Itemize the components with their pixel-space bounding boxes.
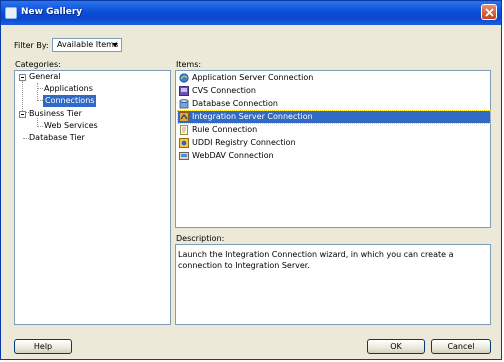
description-label: Description: (176, 234, 225, 243)
description-box: Launch the Integration Connection wizard… (175, 244, 491, 325)
cancel-button[interactable]: Cancel (431, 339, 491, 354)
ok-button[interactable]: OK (367, 339, 425, 354)
tree-node-connections[interactable]: Connections (43, 95, 97, 107)
list-item[interactable]: Integration Server Connection (177, 110, 491, 124)
collapse-toggle-icon[interactable] (19, 111, 26, 118)
integration-server-icon (179, 112, 189, 122)
help-button[interactable]: Help (14, 339, 72, 354)
window-title: New Gallery (21, 7, 83, 17)
server-connection-icon (179, 73, 189, 83)
new-gallery-dialog: New Gallery Filter By: Available Items C… (0, 0, 502, 360)
categories-label: Categories: (15, 60, 61, 69)
tree-node-general[interactable]: General (29, 71, 61, 83)
list-item[interactable]: WebDAV Connection (178, 150, 490, 162)
list-item[interactable]: Rule Connection (178, 124, 490, 136)
tree-node-applications[interactable]: Applications (44, 83, 93, 95)
database-icon (179, 99, 189, 109)
filter-selected-value: Available Items (57, 40, 119, 49)
list-item[interactable]: Application Server Connection (178, 72, 490, 84)
list-item[interactable]: Database Connection (178, 98, 490, 110)
cvs-icon (179, 86, 189, 96)
close-button[interactable] (481, 4, 497, 20)
webdav-icon (179, 152, 189, 160)
description-text: Launch the Integration Connection wizard… (178, 250, 454, 270)
list-item[interactable]: UDDI Registry Connection (178, 137, 490, 149)
tree-node-business-tier[interactable]: Business Tier (29, 108, 82, 120)
categories-tree[interactable]: General Applications Connections Busines… (14, 70, 171, 325)
tree-node-database-tier[interactable]: Database Tier (29, 132, 85, 144)
chevron-down-icon (112, 43, 118, 47)
filter-select[interactable]: Available Items (52, 38, 122, 52)
items-label: Items: (176, 60, 202, 69)
uddi-registry-icon (179, 138, 189, 148)
rule-icon (180, 125, 188, 135)
app-icon (5, 7, 17, 19)
filter-label: Filter By: (14, 41, 49, 50)
list-item[interactable]: CVS Connection (178, 85, 490, 97)
title-bar[interactable]: New Gallery (1, 1, 501, 25)
collapse-toggle-icon[interactable] (19, 74, 26, 81)
close-icon (485, 8, 494, 17)
items-list[interactable]: Application Server Connection CVS Connec… (175, 70, 491, 228)
tree-node-web-services[interactable]: Web Services (44, 120, 98, 132)
